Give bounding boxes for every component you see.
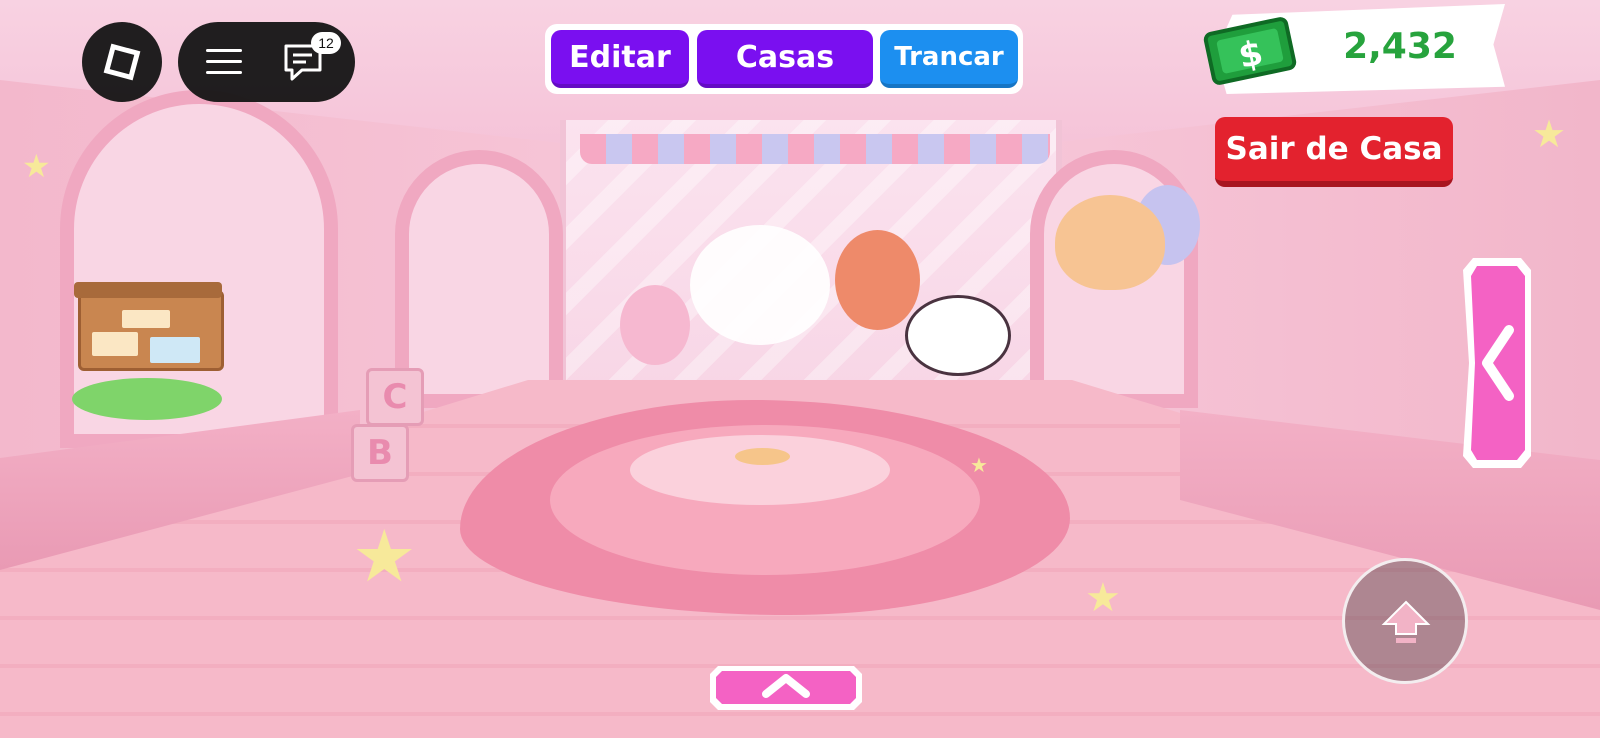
arrow-up-icon: [1381, 600, 1431, 643]
houses-button[interactable]: Casas: [697, 30, 873, 88]
toy-block-c: C: [366, 368, 424, 426]
roblox-menu-button[interactable]: [82, 22, 162, 102]
heart-balloon: [1055, 195, 1165, 290]
star-decoration: ★: [970, 453, 988, 477]
sign-grass: [72, 378, 222, 420]
notice-paper: [92, 332, 138, 356]
black-white-bunny-plush: [905, 295, 1011, 376]
flower-rug-center: [630, 435, 890, 505]
game-viewport[interactable]: C B ★ ★ ★ ★ ★ 12 Editar Casas Trancar $ …: [0, 0, 1600, 738]
topbar-controls: 12: [178, 22, 355, 102]
awning: [580, 134, 1050, 164]
chat-unread-badge: 12: [311, 32, 341, 54]
star-decoration: ★: [1085, 575, 1121, 621]
star-decoration: ★: [22, 147, 51, 185]
side-panel-toggle[interactable]: [1463, 258, 1531, 468]
notice-board-roof: [74, 282, 222, 298]
jump-button[interactable]: [1342, 558, 1468, 684]
currency-amount: 2,432: [1343, 26, 1457, 67]
hamburger-icon[interactable]: [206, 49, 242, 75]
house-tabs: Editar Casas Trancar: [545, 24, 1023, 94]
notice-board[interactable]: [74, 282, 224, 377]
roblox-logo-icon: [103, 43, 141, 81]
star-decoration: ★: [352, 514, 417, 598]
flower-rug-dot: [735, 448, 790, 465]
toy-block-b: B: [351, 424, 409, 482]
notice-paper: [122, 310, 170, 328]
pink-bunny-plush: [620, 285, 690, 365]
bottom-panel-toggle[interactable]: [710, 662, 862, 710]
orange-bunny-plush: [835, 230, 920, 330]
lock-house-button[interactable]: Trancar: [880, 30, 1018, 88]
edit-house-button[interactable]: Editar: [551, 30, 689, 88]
currency-display: $ 2,432: [1203, 4, 1505, 94]
notice-paper: [150, 337, 200, 363]
white-bunny-plush: [690, 225, 830, 345]
leave-house-button[interactable]: Sair de Casa: [1215, 117, 1453, 187]
star-decoration: ★: [1532, 112, 1567, 156]
